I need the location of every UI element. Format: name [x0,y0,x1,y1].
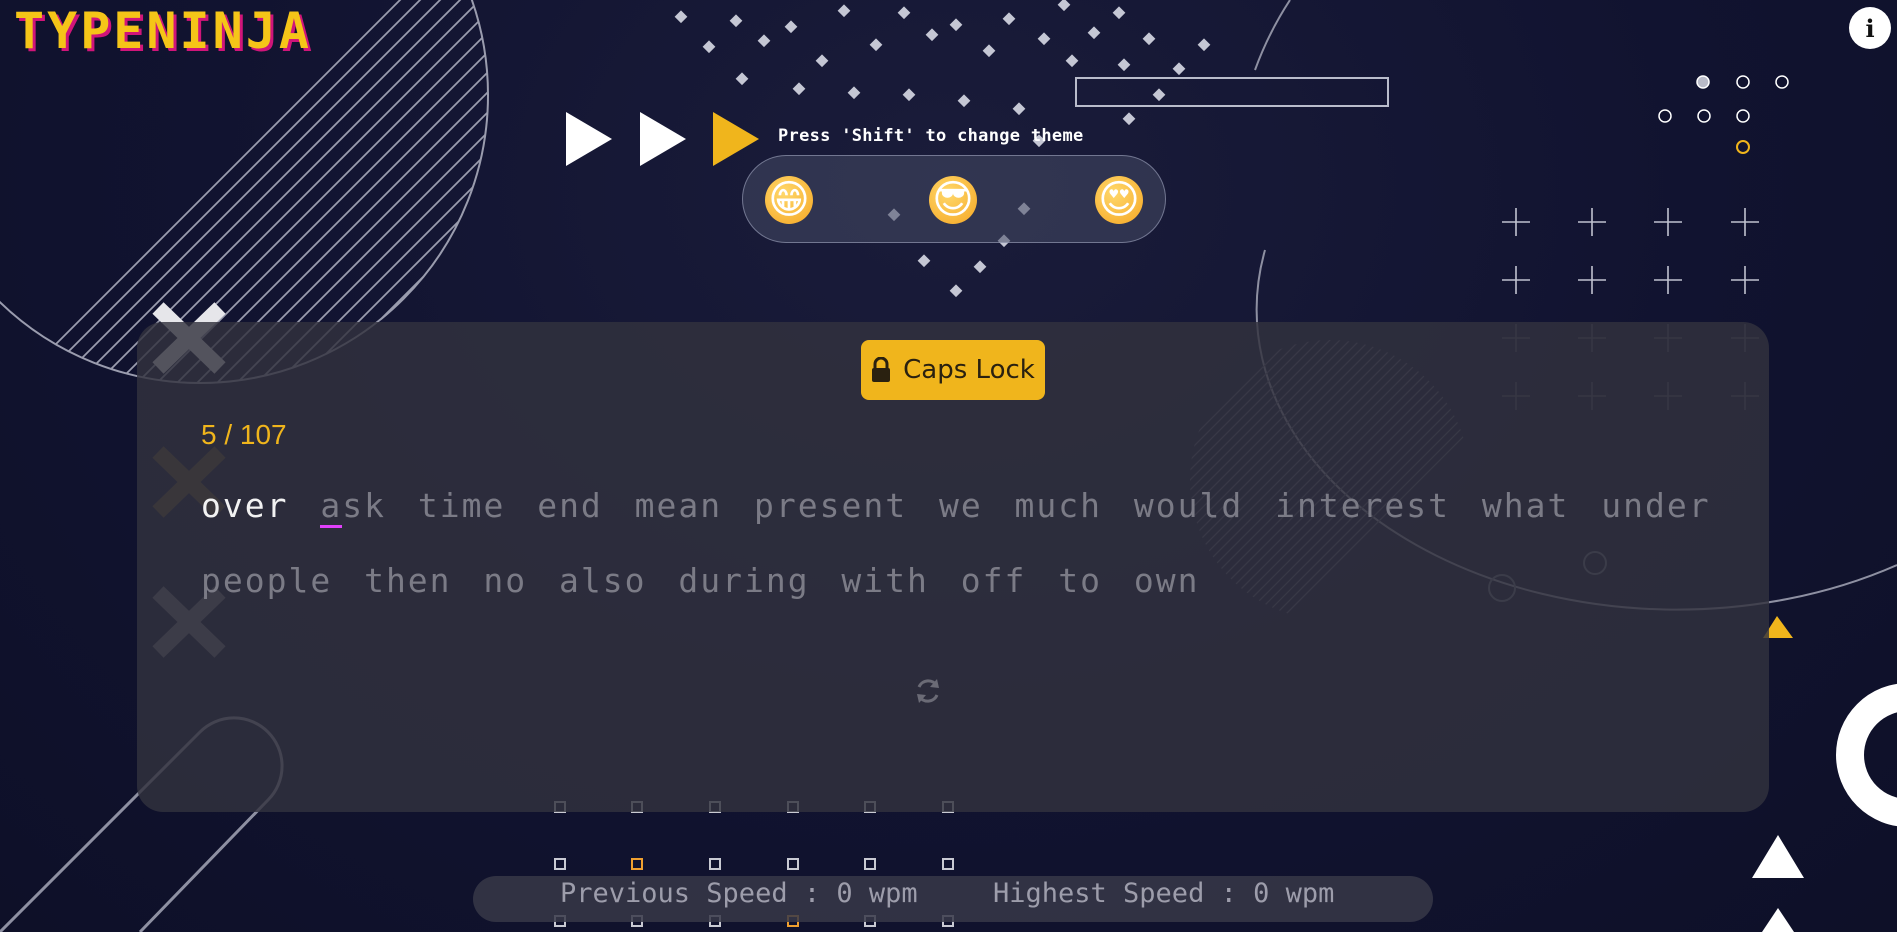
upcoming-words-line2: people then no also during with off to o… [201,561,1200,600]
play-arrow-icon [640,112,686,166]
current-word: ask [320,486,386,528]
word-counter: 5 / 107 [201,419,287,450]
caps-lock-label: Caps Lock [903,355,1035,385]
app-logo: TYPENINJA [14,2,312,60]
refresh-icon [917,679,939,703]
theme-selector[interactable]: 😁 😎 😍 [742,155,1166,243]
highest-speed: Highest Speed : 0 wpm [993,878,1335,909]
decorative-outline-rect [1075,77,1389,107]
info-button[interactable]: i [1849,7,1891,49]
current-word-rest: sk [342,486,386,525]
theme-hint: Press 'Shift' to change theme [778,126,1084,146]
restart-button[interactable] [910,675,946,711]
upcoming-words-line1: time end mean present we much would inte… [417,486,1711,525]
info-icon: i [1865,13,1875,43]
theme-emoji-cool[interactable]: 😎 [929,176,977,224]
caps-lock-indicator: Caps Lock [861,340,1045,400]
play-arrow-icon [566,112,612,166]
word-stream[interactable]: over ask time end mean present we much w… [201,468,1761,618]
lock-icon [872,357,891,382]
theme-emoji-heart-eyes[interactable]: 😍 [1095,176,1143,224]
previous-speed: Previous Speed : 0 wpm [560,878,918,909]
cursor-letter: a [320,486,343,528]
theme-emoji-grin[interactable]: 😁 [765,176,813,224]
typed-word: over [201,486,289,525]
active-play-arrow-icon [713,112,759,166]
